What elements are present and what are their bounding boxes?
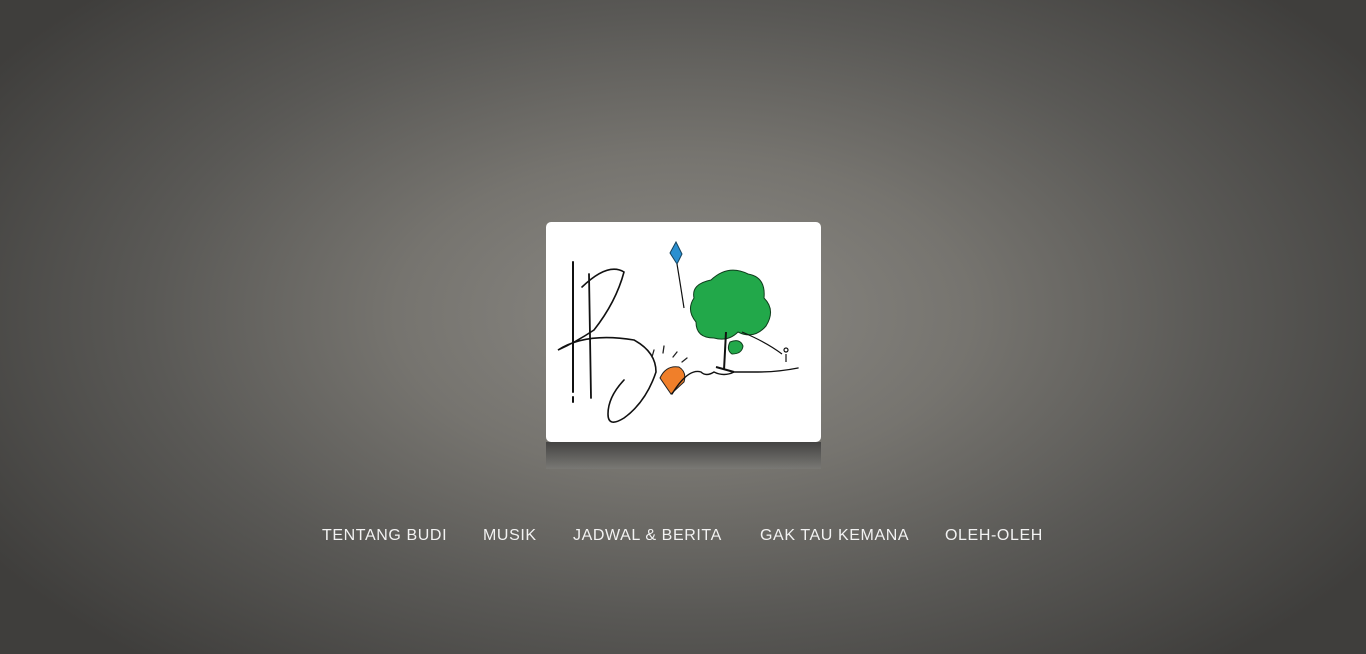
nav-jadwal-berita[interactable]: JADWAL & BERITA xyxy=(573,525,722,547)
nav-musik[interactable]: MUSIK xyxy=(483,525,537,547)
logo-shadow xyxy=(546,442,821,469)
main-navigation: TENTANG BUDI MUSIK JADWAL & BERITA GAK T… xyxy=(0,525,1366,547)
site-logo[interactable] xyxy=(546,222,821,442)
nav-gak-tau-kemana[interactable]: GAK TAU KEMANA xyxy=(760,525,909,547)
hand-drawn-logo-icon xyxy=(557,240,799,423)
nav-oleh-oleh[interactable]: OLEH-OLEH xyxy=(945,525,1043,547)
nav-tentang-budi[interactable]: TENTANG BUDI xyxy=(322,525,447,547)
